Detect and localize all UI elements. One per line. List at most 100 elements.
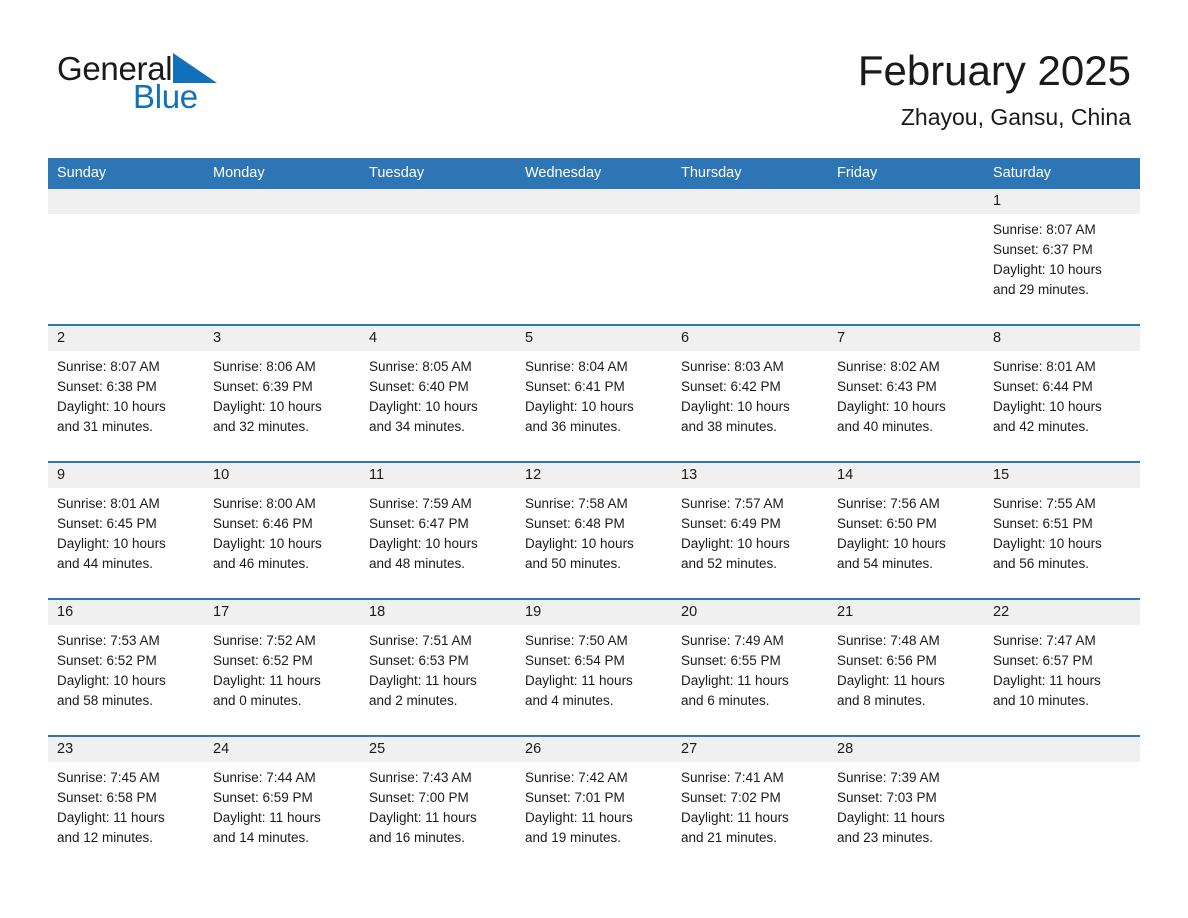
- day-info: Sunrise: 8:02 AM Sunset: 6:43 PM Daylight:…: [828, 351, 984, 437]
- day-info: Sunrise: 7:39 AM Sunset: 7:03 PM Daylight:…: [828, 762, 984, 848]
- calendar-table: Sunday Monday Tuesday Wednesday Thursday…: [48, 158, 1140, 865]
- calendar-day-cell[interactable]: 11 Sunrise: 7:59 AM Sunset: 6:47 PM Dayligh…: [360, 463, 516, 591]
- day-number: 22: [984, 600, 1140, 625]
- location-subtitle: Zhayou, Gansu, China: [900, 104, 1131, 130]
- day-number: 28: [828, 737, 984, 762]
- general-blue-logo[interactable]: General Blue: [57, 52, 357, 122]
- title-block: February 2025 Zhayou, Gansu, China: [858, 46, 1131, 132]
- calendar-day-cell[interactable]: 2 Sunrise: 8:07 AM Sunset: 6:38 PM Daylight…: [48, 326, 204, 454]
- calendar-day-cell[interactable]: 15 Sunrise: 7:55 AM Sunset: 6:51 PM Dayligh…: [984, 463, 1140, 591]
- calendar-day-cell[interactable]: 1 Sunrise: 8:07 AM Sunset: 6:37 PM Daylight…: [984, 189, 1140, 317]
- daylight-text-line1: Daylight: 10 hours: [681, 399, 790, 414]
- calendar-weeks: 1 Sunrise: 8:07 AM Sunset: 6:37 PM Daylight…: [48, 189, 1140, 865]
- day-info: Sunrise: 8:00 AM Sunset: 6:46 PM Daylight:…: [204, 488, 360, 574]
- day-info: [48, 214, 204, 300]
- calendar-day-cell[interactable]: 12 Sunrise: 7:58 AM Sunset: 6:48 PM Dayligh…: [516, 463, 672, 591]
- sunset-text: Sunset: 6:55 PM: [681, 653, 781, 668]
- day-number: 2: [48, 326, 204, 351]
- sunrise-text: Sunrise: 7:55 AM: [993, 496, 1096, 511]
- daylight-text-line1: Daylight: 10 hours: [993, 536, 1102, 551]
- calendar-day-cell[interactable]: 18 Sunrise: 7:51 AM Sunset: 6:53 PM Dayligh…: [360, 600, 516, 728]
- day-number: 21: [828, 600, 984, 625]
- daylight-text-line1: Daylight: 10 hours: [837, 399, 946, 414]
- calendar-day-cell[interactable]: 7 Sunrise: 8:02 AM Sunset: 6:43 PM Daylight…: [828, 326, 984, 454]
- calendar-day-cell[interactable]: 25 Sunrise: 7:43 AM Sunset: 7:00 PM Dayligh…: [360, 737, 516, 865]
- daylight-text-line2: and 2 minutes.: [369, 693, 458, 708]
- calendar-week-row: 2 Sunrise: 8:07 AM Sunset: 6:38 PM Daylight…: [48, 324, 1140, 454]
- daylight-text-line1: Daylight: 11 hours: [369, 673, 477, 688]
- calendar-day-cell[interactable]: 19 Sunrise: 7:50 AM Sunset: 6:54 PM Dayligh…: [516, 600, 672, 728]
- calendar-day-cell-empty: [672, 189, 828, 317]
- day-info: [984, 762, 1140, 848]
- day-number: 9: [48, 463, 204, 488]
- sunrise-text: Sunrise: 7:42 AM: [525, 770, 628, 785]
- day-info: [516, 214, 672, 300]
- day-info: Sunrise: 7:41 AM Sunset: 7:02 PM Daylight:…: [672, 762, 828, 848]
- daylight-text-line2: and 38 minutes.: [681, 419, 778, 434]
- calendar-day-cell[interactable]: 17 Sunrise: 7:52 AM Sunset: 6:52 PM Dayligh…: [204, 600, 360, 728]
- sunset-text: Sunset: 6:48 PM: [525, 516, 625, 531]
- calendar-day-cell[interactable]: 22 Sunrise: 7:47 AM Sunset: 6:57 PM Dayligh…: [984, 600, 1140, 728]
- day-info: Sunrise: 7:44 AM Sunset: 6:59 PM Daylight:…: [204, 762, 360, 848]
- daylight-text-line1: Daylight: 11 hours: [525, 673, 633, 688]
- day-info: [204, 214, 360, 300]
- daylight-text-line2: and 10 minutes.: [993, 693, 1090, 708]
- daylight-text-line2: and 44 minutes.: [57, 556, 154, 571]
- calendar-day-cell[interactable]: 20 Sunrise: 7:49 AM Sunset: 6:55 PM Dayligh…: [672, 600, 828, 728]
- day-number: 24: [204, 737, 360, 762]
- calendar-day-cell[interactable]: 24 Sunrise: 7:44 AM Sunset: 6:59 PM Dayligh…: [204, 737, 360, 865]
- calendar-day-cell[interactable]: 26 Sunrise: 7:42 AM Sunset: 7:01 PM Dayligh…: [516, 737, 672, 865]
- day-number: 8: [984, 326, 1140, 351]
- day-info: [360, 214, 516, 300]
- day-number: [360, 189, 516, 214]
- calendar-day-cell-empty: [516, 189, 672, 317]
- daylight-text-line1: Daylight: 10 hours: [525, 399, 634, 414]
- calendar-day-cell[interactable]: 5 Sunrise: 8:04 AM Sunset: 6:41 PM Daylight…: [516, 326, 672, 454]
- calendar-day-cell[interactable]: 27 Sunrise: 7:41 AM Sunset: 7:02 PM Dayligh…: [672, 737, 828, 865]
- calendar-day-cell[interactable]: 28 Sunrise: 7:39 AM Sunset: 7:03 PM Dayligh…: [828, 737, 984, 865]
- calendar-week-row: 1 Sunrise: 8:07 AM Sunset: 6:37 PM Daylight…: [48, 189, 1140, 317]
- calendar-day-cell[interactable]: 14 Sunrise: 7:56 AM Sunset: 6:50 PM Dayligh…: [828, 463, 984, 591]
- day-info: Sunrise: 7:48 AM Sunset: 6:56 PM Daylight:…: [828, 625, 984, 711]
- sunset-text: Sunset: 6:53 PM: [369, 653, 469, 668]
- daylight-text-line2: and 23 minutes.: [837, 830, 934, 845]
- calendar-day-cell[interactable]: 21 Sunrise: 7:48 AM Sunset: 6:56 PM Dayligh…: [828, 600, 984, 728]
- calendar-day-cell[interactable]: 10 Sunrise: 8:00 AM Sunset: 6:46 PM Dayligh…: [204, 463, 360, 591]
- calendar-day-cell[interactable]: 3 Sunrise: 8:06 AM Sunset: 6:39 PM Daylight…: [204, 326, 360, 454]
- sunrise-text: Sunrise: 7:58 AM: [525, 496, 628, 511]
- daylight-text-line2: and 4 minutes.: [525, 693, 614, 708]
- day-number: 14: [828, 463, 984, 488]
- sunset-text: Sunset: 6:40 PM: [369, 379, 469, 394]
- sunrise-text: Sunrise: 7:49 AM: [681, 633, 784, 648]
- calendar-week-row: 9 Sunrise: 8:01 AM Sunset: 6:45 PM Daylight…: [48, 461, 1140, 591]
- daylight-text-line1: Daylight: 10 hours: [993, 262, 1102, 277]
- daylight-text-line2: and 8 minutes.: [837, 693, 926, 708]
- daylight-text-line1: Daylight: 10 hours: [837, 536, 946, 551]
- daylight-text-line1: Daylight: 10 hours: [57, 399, 166, 414]
- calendar-week-row: 23 Sunrise: 7:45 AM Sunset: 6:58 PM Dayligh…: [48, 735, 1140, 865]
- calendar-day-cell-empty: [48, 189, 204, 317]
- daylight-text-line2: and 12 minutes.: [57, 830, 154, 845]
- sunrise-text: Sunrise: 7:59 AM: [369, 496, 472, 511]
- calendar-day-cell[interactable]: 6 Sunrise: 8:03 AM Sunset: 6:42 PM Daylight…: [672, 326, 828, 454]
- day-number: 17: [204, 600, 360, 625]
- sunset-text: Sunset: 7:01 PM: [525, 790, 625, 805]
- calendar-day-cell[interactable]: 8 Sunrise: 8:01 AM Sunset: 6:44 PM Daylight…: [984, 326, 1140, 454]
- daylight-text-line2: and 52 minutes.: [681, 556, 778, 571]
- sunrise-text: Sunrise: 7:57 AM: [681, 496, 784, 511]
- day-info: Sunrise: 8:01 AM Sunset: 6:44 PM Daylight:…: [984, 351, 1140, 437]
- sunrise-text: Sunrise: 7:53 AM: [57, 633, 160, 648]
- calendar-day-cell[interactable]: 23 Sunrise: 7:45 AM Sunset: 6:58 PM Dayligh…: [48, 737, 204, 865]
- daylight-text-line1: Daylight: 10 hours: [369, 399, 478, 414]
- sunrise-text: Sunrise: 8:01 AM: [993, 359, 1096, 374]
- sunrise-text: Sunrise: 7:48 AM: [837, 633, 940, 648]
- calendar-day-cell[interactable]: 16 Sunrise: 7:53 AM Sunset: 6:52 PM Dayligh…: [48, 600, 204, 728]
- calendar-day-cell[interactable]: 9 Sunrise: 8:01 AM Sunset: 6:45 PM Daylight…: [48, 463, 204, 591]
- daylight-text-line1: Daylight: 11 hours: [993, 673, 1101, 688]
- calendar-day-cell[interactable]: 4 Sunrise: 8:05 AM Sunset: 6:40 PM Daylight…: [360, 326, 516, 454]
- sunset-text: Sunset: 6:46 PM: [213, 516, 313, 531]
- sunset-text: Sunset: 6:43 PM: [837, 379, 937, 394]
- calendar-day-cell[interactable]: 13 Sunrise: 7:57 AM Sunset: 6:49 PM Dayligh…: [672, 463, 828, 591]
- daylight-text-line1: Daylight: 10 hours: [681, 536, 790, 551]
- day-info: Sunrise: 8:07 AM Sunset: 6:37 PM Daylight:…: [984, 214, 1140, 300]
